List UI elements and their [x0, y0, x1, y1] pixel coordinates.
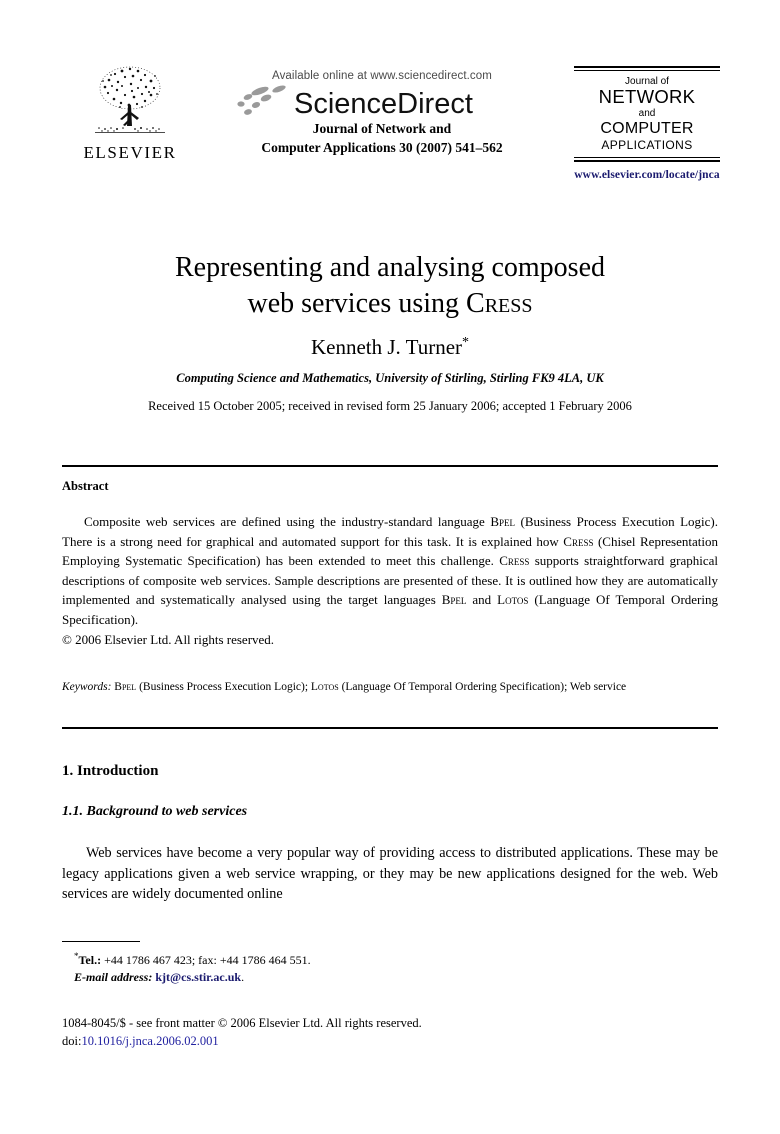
journal-name-line1: Journal of Network and — [312, 121, 452, 136]
journal-box-line5: APPLICATIONS — [601, 138, 693, 152]
sciencedirect-block: Available online at www.sciencedirect.co… — [212, 70, 552, 156]
abs-bpel-2: Bpel — [441, 592, 467, 608]
abs-cress-1: Cress — [563, 533, 594, 549]
footnote-block: *Tel.: +44 1786 467 423; fax: +44 1786 4… — [62, 948, 562, 986]
keywords-label: Keywords: — [62, 681, 112, 693]
author-label: Kenneth J. Turner — [310, 335, 463, 359]
abstract-bottom-rule — [62, 727, 718, 729]
elsevier-wordmark: ELSEVIER — [83, 143, 177, 162]
keywords-part-2: (Language Of Temporal Ordering Specifica… — [338, 681, 627, 693]
abstract-paragraph: Composite web services are defined using… — [62, 512, 718, 630]
article-first-page: ELSEVIER Available online at www.science… — [0, 0, 780, 1134]
footnote-email-label: E-mail address: — [74, 970, 153, 984]
abs-part-e: and — [466, 592, 498, 608]
author-name: Kenneth J. Turner* — [62, 335, 718, 360]
title-line-1: Representing and analysing composed — [174, 252, 605, 283]
abs-lotos: Lotos — [497, 592, 529, 608]
footnote-tel-label: Tel.: — [78, 953, 102, 967]
article-title: Representing and analysing composed web … — [62, 250, 718, 322]
footnote-email-line: E-mail address: kjt@cs.stir.ac.uk. — [74, 970, 245, 984]
available-online-text: Available online at www.sciencedirect.co… — [272, 70, 492, 82]
abs-cress-2: Cress — [499, 553, 530, 569]
keywords-line: Keywords: Bpel (Business Process Executi… — [62, 680, 718, 696]
footnote-tel-value: +44 1786 467 423; fax: +44 1786 464 551. — [101, 953, 311, 967]
keyword-bpel: Bpel — [114, 681, 137, 693]
sciencedirect-logo: ScienceDirect — [212, 85, 552, 119]
doi-label: doi: — [62, 1033, 82, 1048]
svg-text:ScienceDirect: ScienceDirect — [294, 88, 473, 119]
sciencedirect-wordmark-icon: ScienceDirect — [237, 85, 473, 119]
journal-homepage-link[interactable]: www.elsevier.com/locate/jnca — [574, 169, 720, 181]
doi-link[interactable]: 10.1016/j.jnca.2006.02.001 — [81, 1034, 218, 1048]
author-footnote-marker: * — [462, 335, 470, 350]
doi-line: doi:10.1016/j.jnca.2006.02.001 — [62, 1033, 662, 1051]
front-matter-line: 1084-8045/$ - see front matter © 2006 El… — [62, 1016, 422, 1030]
section-heading-1: 1. Introduction — [62, 763, 159, 779]
journal-box-line3: and — [638, 108, 656, 119]
masthead: ELSEVIER Available online at www.science… — [62, 62, 720, 192]
journal-box-line2: NETWORK — [598, 86, 696, 107]
journal-citation-line: Computer Applications 30 (2007) 541–562 — [261, 139, 503, 155]
keywords-part-1: (Business Process Execution Logic); — [136, 681, 311, 693]
received-dates: Received 15 October 2005; received in re… — [148, 399, 632, 413]
elsevier-tree-icon — [95, 66, 165, 133]
section-heading-1-1: 1.1. Background to web services — [62, 804, 248, 819]
abstract-heading: Abstract — [62, 479, 109, 493]
footnote-separator-rule — [62, 941, 140, 942]
author-affiliation: Computing Science and Mathematics, Unive… — [176, 371, 604, 385]
keyword-lotos: Lotos — [310, 681, 339, 693]
footnote-email-link[interactable]: kjt@cs.stir.ac.uk — [155, 970, 241, 984]
title-cress-smallcaps: Cress — [466, 288, 533, 319]
abs-part-a: Composite web services are defined using… — [84, 514, 491, 529]
abs-bpel-1: Bpel — [490, 514, 516, 529]
body-paragraph: Web services have become a very popular … — [62, 845, 718, 903]
title-line-2-prefix: web services using — [247, 288, 467, 319]
abstract-top-rule — [62, 465, 718, 467]
journal-title-box: Journal of NETWORK and COMPUTER APPLICAT… — [574, 66, 720, 181]
abstract-copyright: © 2006 Elsevier Ltd. All rights reserved… — [62, 631, 275, 647]
journal-box-frame: Journal of NETWORK and COMPUTER APPLICAT… — [574, 66, 720, 162]
journal-box-line4: COMPUTER — [600, 120, 694, 137]
elsevier-logo-block: ELSEVIER — [70, 62, 190, 163]
footnote-tel-line: *Tel.: +44 1786 467 423; fax: +44 1786 4… — [62, 948, 562, 969]
bottom-copyright-block: 1084-8045/$ - see front matter © 2006 El… — [62, 1015, 662, 1050]
abstract-text: Composite web services are defined using… — [62, 512, 718, 649]
